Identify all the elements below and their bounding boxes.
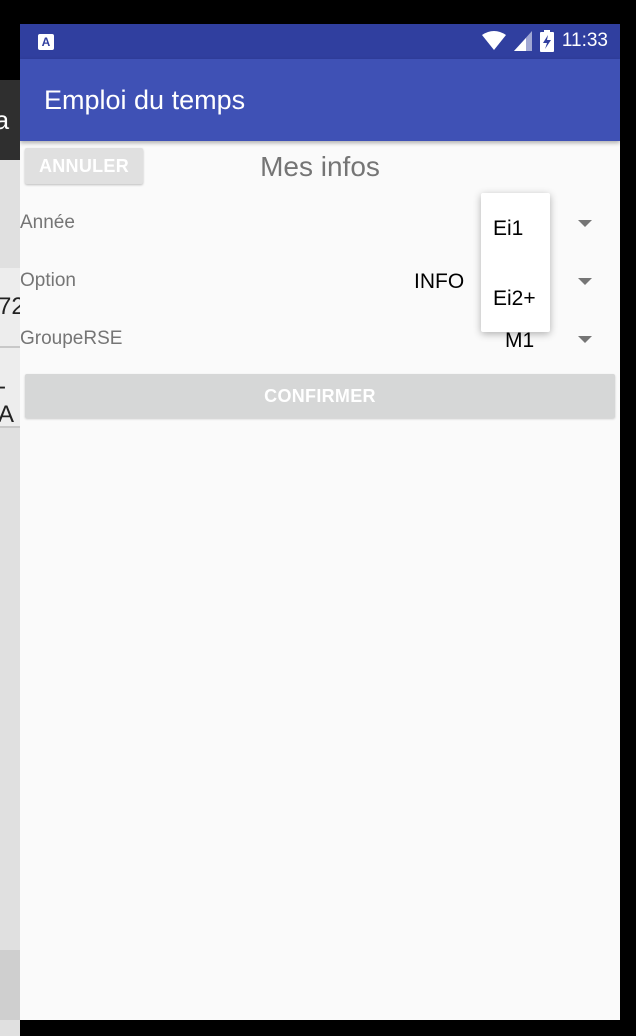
background-activity: ra 72 - A: [0, 0, 20, 1036]
wifi-icon: [481, 31, 506, 50]
dropdown-caret-icon: [578, 278, 592, 285]
annee-label: Année: [20, 212, 75, 233]
dropdown-option-label: Ei2+: [493, 287, 536, 310]
status-time: 11:33: [561, 30, 608, 51]
app-notification-icon: A: [38, 34, 54, 50]
status-bar: A 11:33: [20, 24, 620, 59]
signal-icon: [513, 31, 532, 51]
app-bar: Emploi du temps: [20, 59, 620, 141]
confirm-button[interactable]: CONFIRMER: [25, 374, 615, 418]
option-label: Option: [20, 270, 76, 291]
app-window: A 11:33 Emploi du temps ANNULER Mes info…: [20, 24, 620, 1020]
dropdown-caret-icon: [578, 336, 592, 343]
background-status-area: [0, 0, 20, 80]
battery-charging-icon: [539, 30, 554, 52]
background-row-text: 72: [0, 293, 20, 320]
annee-dropdown-menu: Ei1 Ei2+: [481, 193, 550, 332]
groupe-value: M1: [505, 329, 535, 352]
groupe-label: GroupeRSE: [20, 328, 123, 349]
dropdown-caret-icon: [578, 220, 592, 227]
background-bottom-item: [0, 950, 20, 1020]
background-list-item: - A: [0, 348, 20, 428]
page-title: Mes infos: [260, 151, 380, 182]
dropdown-option-label: Ei1: [493, 217, 524, 240]
app-title: Emploi du temps: [44, 85, 246, 115]
option-value: INFO: [414, 270, 465, 293]
app-notification-icon-letter: A: [41, 35, 51, 49]
dropdown-option[interactable]: Ei2+: [481, 263, 550, 332]
dropdown-option[interactable]: Ei1: [481, 193, 550, 263]
background-toolbar-text: ra: [0, 105, 10, 135]
status-icons: 11:33: [481, 30, 608, 52]
background-list-item: 72: [0, 268, 20, 348]
background-row-text: - A: [0, 373, 15, 428]
